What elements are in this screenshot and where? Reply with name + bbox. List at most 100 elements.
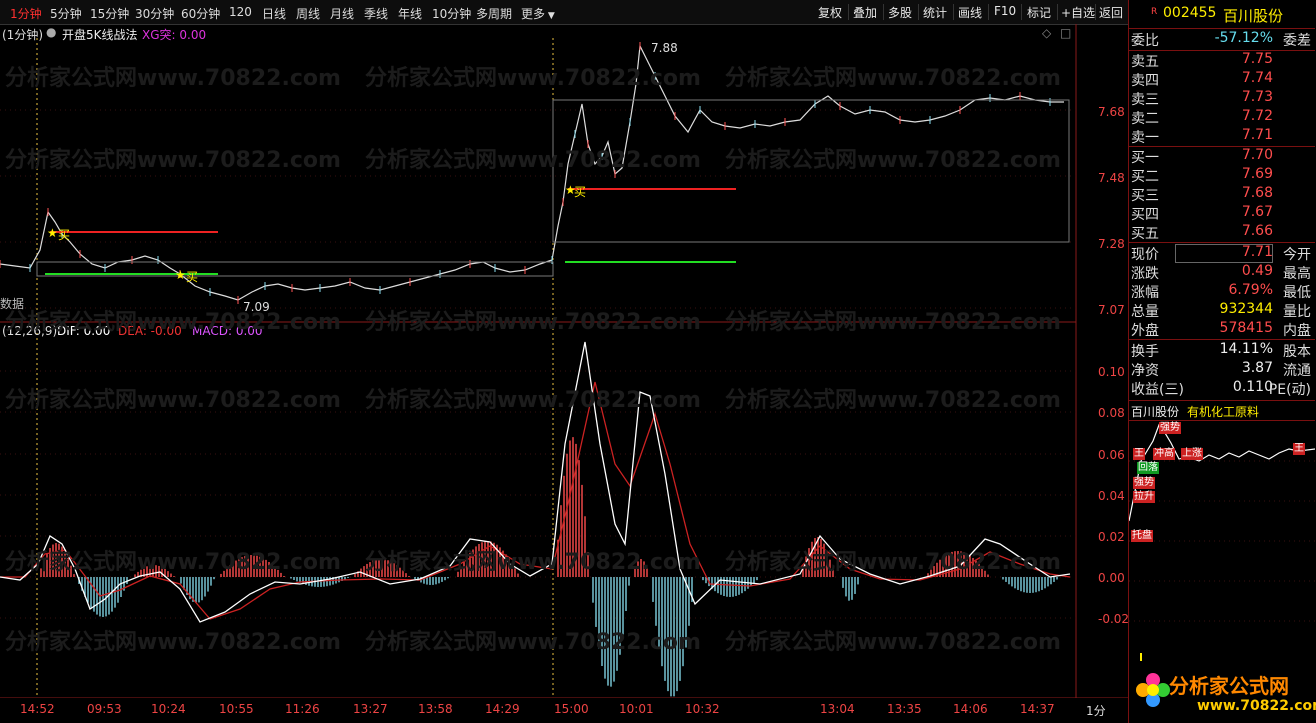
chevron-down-icon: ▼ xyxy=(545,11,555,21)
quote-panel: R 002455 百川股份 委比 -57.12% 委差 卖五 7.75 卖四 7.7… xyxy=(1128,0,1316,723)
back-button[interactable]: 返回 xyxy=(1099,4,1123,21)
weibi-row: 委比 -57.12% 委差 xyxy=(1131,30,1311,49)
time-tick: 13:58 xyxy=(418,702,453,716)
buy-mark-1: 买 xyxy=(58,228,71,242)
time-tick: 09:53 xyxy=(87,702,122,716)
dropdown-icon[interactable]: ● xyxy=(46,25,56,39)
macd-tick: -0.02 xyxy=(1098,612,1130,626)
macd-tick: 0.00 xyxy=(1098,571,1125,585)
stock-name: 百川股份 xyxy=(1223,7,1284,25)
tag: 王 xyxy=(1293,443,1305,455)
price-tick: 7.48 xyxy=(1098,171,1125,185)
add-watchlist-button[interactable]: +自选 xyxy=(1061,4,1095,21)
mark-button[interactable]: 标记 xyxy=(1027,4,1051,21)
industry-link[interactable]: 有机化工原料 xyxy=(1187,403,1259,420)
stock-name-small: 百川股份 xyxy=(1131,405,1180,419)
kline-macd-svg[interactable]: ★★★ xyxy=(0,24,1128,698)
tag: 托盘 xyxy=(1131,530,1153,542)
watermark: 分析家公式网www.70822.com xyxy=(365,310,701,335)
fuquan-button[interactable]: 复权 xyxy=(818,4,842,21)
tab-weekly[interactable]: 周线 xyxy=(296,5,320,22)
ask-row: 卖一 7.71 xyxy=(1131,127,1273,146)
stats-button[interactable]: 统计 xyxy=(923,4,947,21)
time-tick: 10:32 xyxy=(685,702,720,716)
watermark: 分析家公式网www.70822.com xyxy=(725,148,1061,173)
f10-button[interactable]: F10 xyxy=(994,4,1016,18)
watermark: 分析家公式网www.70822.com xyxy=(5,310,341,335)
logo-name: 分析家公式网 xyxy=(1169,674,1289,698)
watermark: 分析家公式网www.70822.com xyxy=(5,630,341,655)
tab-15min[interactable]: 15分钟 xyxy=(90,5,129,22)
tag: 冲高 xyxy=(1153,448,1175,460)
square-icon[interactable]: □ xyxy=(1060,26,1071,40)
quote-row: 涨跌 0.49 最高 xyxy=(1131,263,1311,282)
watermark: 分析家公式网www.70822.com xyxy=(5,550,341,575)
price-tick: 7.07 xyxy=(1098,303,1125,317)
quote-row-price: 现价 7.71 今开 xyxy=(1131,244,1311,263)
macd-tick: 0.08 xyxy=(1098,406,1125,420)
watermark: 分析家公式网www.70822.com xyxy=(725,388,1061,413)
buy-mark-2: 买 xyxy=(186,270,199,284)
quote-row: 总量 932344 量比 xyxy=(1131,301,1311,320)
time-tick: 13:04 xyxy=(820,702,855,716)
quote-row: 净资 3.87 流通 xyxy=(1131,360,1311,379)
quote-row: 涨幅 6.79% 最低 xyxy=(1131,282,1311,301)
multi-stock-button[interactable]: 多股 xyxy=(888,4,912,21)
tab-5min[interactable]: 5分钟 xyxy=(50,5,82,22)
tag: 王 xyxy=(1133,448,1145,460)
time-tick: 10:01 xyxy=(619,702,654,716)
ask-row: 卖二 7.72 xyxy=(1131,108,1273,127)
tag: 强势 xyxy=(1133,477,1155,489)
watermark: 分析家公式网www.70822.com xyxy=(365,148,701,173)
bid-row: 买一 7.70 xyxy=(1131,147,1273,166)
bid-row: 买五 7.66 xyxy=(1131,223,1273,242)
indicator-name[interactable]: 开盘5K线战法 xyxy=(62,26,138,43)
xg-value: XG突: 0.00 xyxy=(142,28,207,42)
diamond-icon[interactable]: ◇ xyxy=(1042,26,1051,40)
tab-multi-period[interactable]: 多周期 xyxy=(476,5,512,22)
buy-mark-3: 买 xyxy=(574,185,587,199)
time-tick: 13:27 xyxy=(353,702,388,716)
tab-quarterly[interactable]: 季线 xyxy=(364,5,388,22)
tab-1min[interactable]: 1分钟 xyxy=(10,5,42,22)
tag: 回落 xyxy=(1137,462,1159,474)
tab-monthly[interactable]: 月线 xyxy=(330,5,354,22)
stock-header: R 002455 百川股份 xyxy=(1129,4,1315,26)
watermark: 分析家公式网www.70822.com xyxy=(725,630,1061,655)
dea-line xyxy=(0,381,1071,620)
time-tick: 14:37 xyxy=(1020,702,1055,716)
ask-row: 卖五 7.75 xyxy=(1131,51,1273,70)
macd-tick: 0.04 xyxy=(1098,489,1125,503)
star-icon: ★ xyxy=(175,268,186,282)
quote-row: 收益(三) 0.110 PE(动) xyxy=(1131,379,1311,398)
watermark: 分析家公式网www.70822.com xyxy=(725,66,1061,91)
logo: 分析家公式网 www.70822.com xyxy=(1129,664,1316,723)
logo-url: www.70822.com xyxy=(1197,698,1316,714)
tab-10min[interactable]: 10分钟 xyxy=(432,5,471,22)
top-toolbar: 1分钟 5分钟 15分钟 30分钟 60分钟 120 日线 周线 月线 季线 年… xyxy=(0,0,1128,25)
watermark: 分析家公式网www.70822.com xyxy=(365,550,701,575)
tab-30min[interactable]: 30分钟 xyxy=(135,5,174,22)
macd-tick: 0.02 xyxy=(1098,530,1125,544)
watermark: 分析家公式网www.70822.com xyxy=(365,388,701,413)
tab-120[interactable]: 120 xyxy=(229,5,252,19)
watermark: 分析家公式网www.70822.com xyxy=(725,310,1061,335)
period-unit-button[interactable]: 1分 xyxy=(1086,702,1106,719)
industry-row: 百川股份 有机化工原料 xyxy=(1129,402,1315,420)
tab-yearly[interactable]: 年线 xyxy=(398,5,422,22)
tab-daily[interactable]: 日线 xyxy=(262,5,286,22)
watermark: 分析家公式网www.70822.com xyxy=(365,66,701,91)
high-price-label: 7.88 xyxy=(651,41,678,55)
price-tick: 7.28 xyxy=(1098,237,1125,251)
ask-row: 卖三 7.73 xyxy=(1131,89,1273,108)
time-tick: 14:29 xyxy=(485,702,520,716)
tab-more[interactable]: 更多 ▼ xyxy=(521,5,555,22)
tag: 强势 xyxy=(1159,422,1181,434)
overlay-button[interactable]: 叠加 xyxy=(853,4,877,21)
quote-row: 外盘 578415 内盘 xyxy=(1131,320,1311,339)
tab-60min[interactable]: 60分钟 xyxy=(181,5,220,22)
draw-line-button[interactable]: 画线 xyxy=(958,4,982,21)
time-tick: 14:52 xyxy=(20,702,55,716)
macd-tick: 0.06 xyxy=(1098,448,1125,462)
chart-area[interactable]: ★ ★ ★ (1分钟) ● 开盘5K线战法 XG突: 0.00 ◇ □ 7.88 7… xyxy=(0,24,1129,718)
